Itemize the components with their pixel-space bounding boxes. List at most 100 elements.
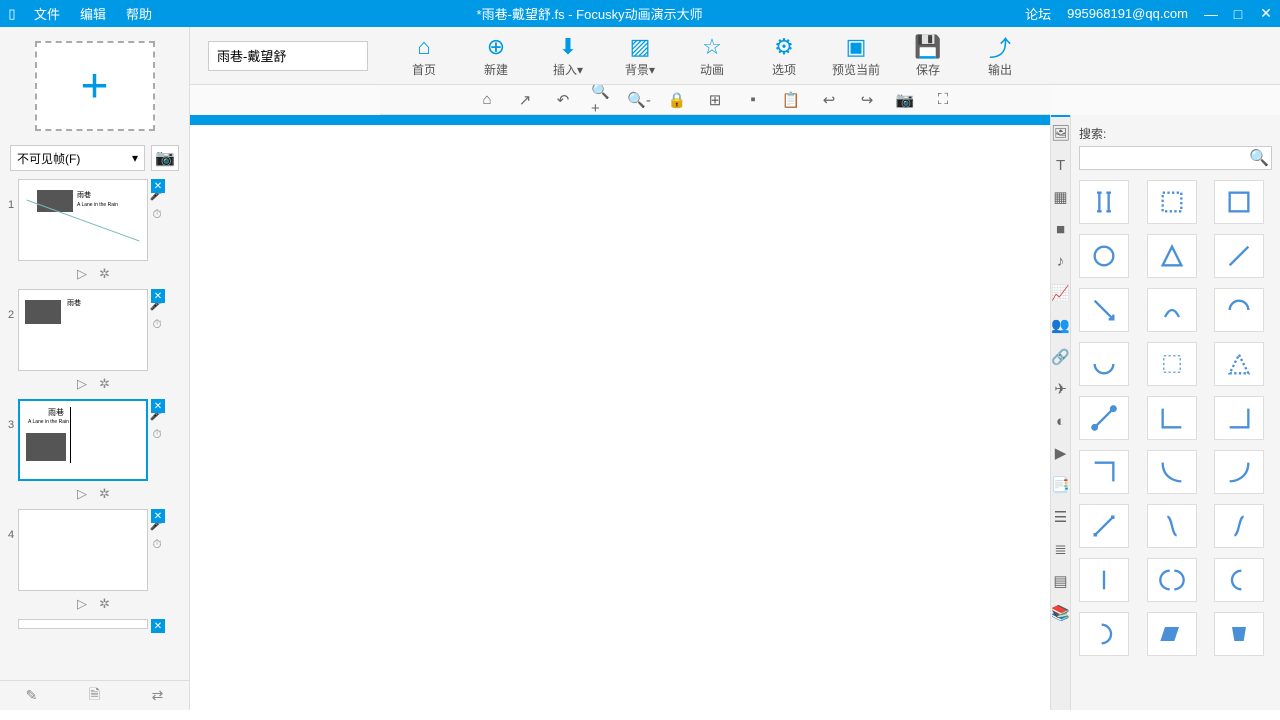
canvas-tool-button[interactable]: ⛶ (933, 90, 953, 110)
shape-button[interactable] (1214, 342, 1264, 386)
shape-button[interactable] (1079, 342, 1129, 386)
shape-button[interactable] (1147, 180, 1197, 224)
shape-button[interactable] (1079, 234, 1129, 278)
gear-icon[interactable]: ✲ (99, 266, 110, 281)
edit-icon[interactable]: ✎ (0, 687, 63, 704)
shape-button[interactable] (1147, 450, 1197, 494)
toolbar-首页-button[interactable]: ⌂首页 (388, 28, 460, 84)
slide-item[interactable]: ✕ (4, 619, 183, 639)
timer-icon[interactable]: ⏱ (152, 207, 161, 222)
close-button[interactable]: ✕ (1252, 5, 1280, 22)
canvas-tool-button[interactable]: 📷 (895, 90, 915, 110)
play-icon[interactable]: ▷ (77, 376, 87, 391)
shape-button[interactable] (1079, 288, 1129, 332)
toolbar-保存-button[interactable]: 💾保存 (892, 28, 964, 84)
shape-button[interactable] (1214, 180, 1264, 224)
shape-search-input[interactable] (1080, 151, 1247, 165)
right-tool-button[interactable]: ☰ (1051, 501, 1070, 533)
slide-thumb[interactable] (18, 619, 148, 629)
right-tool-button[interactable]: 📈 (1051, 277, 1070, 309)
shape-button[interactable] (1147, 504, 1197, 548)
canvas-tool-button[interactable]: 📋 (781, 90, 801, 110)
right-tool-button[interactable]: ✈ (1051, 373, 1070, 405)
toolbar-背景▾-button[interactable]: ▨背景▾ (604, 28, 676, 84)
title-input[interactable] (208, 41, 368, 71)
slide-thumb[interactable]: 雨巷 (18, 289, 148, 371)
canvas-tool-button[interactable]: ⊞ (705, 90, 725, 110)
forum-link[interactable]: 论坛 (1017, 4, 1059, 23)
right-tool-button[interactable]: ♪ (1051, 245, 1070, 277)
shape-button[interactable] (1147, 288, 1197, 332)
right-tool-button[interactable]: 🔗 (1051, 341, 1070, 373)
shape-button[interactable] (1079, 558, 1129, 602)
slide-item[interactable]: 2 雨巷 ✕ 🎤 ⏱ (4, 289, 183, 371)
shuffle-icon[interactable]: ⇄ (126, 687, 189, 704)
slide-thumb[interactable] (18, 509, 148, 591)
visibility-dropdown[interactable]: 不可见帧(F)▾ (10, 145, 145, 171)
menu-edit[interactable]: 编辑 (70, 4, 116, 23)
camera-button[interactable]: 📷 (151, 145, 179, 171)
right-tool-button[interactable]: 👥 (1051, 309, 1070, 341)
play-icon[interactable]: ▷ (77, 596, 87, 611)
right-tool-button[interactable]: 🖼 (1051, 117, 1070, 149)
menu-file[interactable]: 文件 (24, 4, 70, 23)
canvas-tool-button[interactable]: 🔍- (629, 90, 649, 110)
toolbar-选项-button[interactable]: ⚙选项 (748, 28, 820, 84)
toolbar-插入▾-button[interactable]: ⬇插入▾ (532, 28, 604, 84)
doc-icon[interactable]: 🗎 (63, 684, 126, 708)
gear-icon[interactable]: ✲ (99, 486, 110, 501)
slide-item[interactable]: 1 雨巷 A Lane in the Rain ✕ 🎤 ⏱ (4, 179, 183, 261)
menu-help[interactable]: 帮助 (116, 4, 162, 23)
right-tool-button[interactable]: 📚 (1051, 597, 1070, 629)
toolbar-新建-button[interactable]: ⊕新建 (460, 28, 532, 84)
gear-icon[interactable]: ✲ (99, 376, 110, 391)
right-tool-button[interactable]: T (1051, 149, 1070, 181)
shape-button[interactable] (1079, 450, 1129, 494)
shape-button[interactable] (1147, 234, 1197, 278)
play-icon[interactable]: ▷ (77, 266, 87, 281)
shape-button[interactable] (1079, 504, 1129, 548)
slide-thumb[interactable]: 雨巷 A Lane in the Rain (18, 179, 148, 261)
canvas-tool-button[interactable]: ▪ (743, 90, 763, 110)
right-tool-button[interactable]: ◐ (1051, 405, 1070, 437)
gear-icon[interactable]: ✲ (99, 596, 110, 611)
maximize-button[interactable]: □ (1224, 6, 1252, 22)
slide-close-icon[interactable]: ✕ (151, 619, 165, 633)
shape-button[interactable] (1214, 234, 1264, 278)
shape-button[interactable] (1079, 612, 1129, 656)
slide-close-icon[interactable]: ✕ (151, 179, 165, 193)
play-icon[interactable]: ▷ (77, 486, 87, 501)
right-tool-button[interactable]: ▦ (1051, 181, 1070, 213)
shape-button[interactable] (1079, 180, 1129, 224)
shape-button[interactable] (1079, 396, 1129, 440)
slide-close-icon[interactable]: ✕ (151, 509, 165, 523)
canvas-tool-button[interactable]: ↶ (553, 90, 573, 110)
slide-item[interactable]: 3 雨巷 A Lane in the Rain ✕ 🎤 ⏱ (4, 399, 183, 481)
shape-button[interactable] (1214, 558, 1264, 602)
shape-button[interactable] (1214, 504, 1264, 548)
shape-button[interactable] (1214, 450, 1264, 494)
right-tool-button[interactable]: ▤ (1051, 565, 1070, 597)
canvas-tool-button[interactable]: ⌂ (477, 90, 497, 110)
canvas-tool-button[interactable]: ↪ (857, 90, 877, 110)
search-icon[interactable]: 🔍 (1247, 148, 1271, 168)
right-tool-button[interactable]: ≣ (1051, 533, 1070, 565)
slide-close-icon[interactable]: ✕ (151, 289, 165, 303)
right-tool-button[interactable]: 📑 (1051, 469, 1070, 501)
toolbar-预览当前-button[interactable]: ▣预览当前 (820, 28, 892, 84)
timer-icon[interactable]: ⏱ (152, 427, 161, 442)
shape-button[interactable] (1147, 558, 1197, 602)
minimize-button[interactable]: — (1196, 6, 1224, 22)
timer-icon[interactable]: ⏱ (152, 317, 161, 332)
canvas-tool-button[interactable]: 🔒 (667, 90, 687, 110)
right-tool-button[interactable]: ■ (1051, 213, 1070, 245)
slide-item[interactable]: 4 ✕ 🎤 ⏱ (4, 509, 183, 591)
toolbar-输出-button[interactable]: ⤴输出 (964, 28, 1036, 84)
user-email[interactable]: 995968191@qq.com (1059, 6, 1196, 21)
shape-button[interactable] (1214, 612, 1264, 656)
canvas-tool-button[interactable]: 🔍+ (591, 90, 611, 110)
canvas-tool-button[interactable]: ↗ (515, 90, 535, 110)
slide-close-icon[interactable]: ✕ (151, 399, 165, 413)
shape-button[interactable] (1214, 396, 1264, 440)
timer-icon[interactable]: ⏱ (152, 537, 161, 552)
